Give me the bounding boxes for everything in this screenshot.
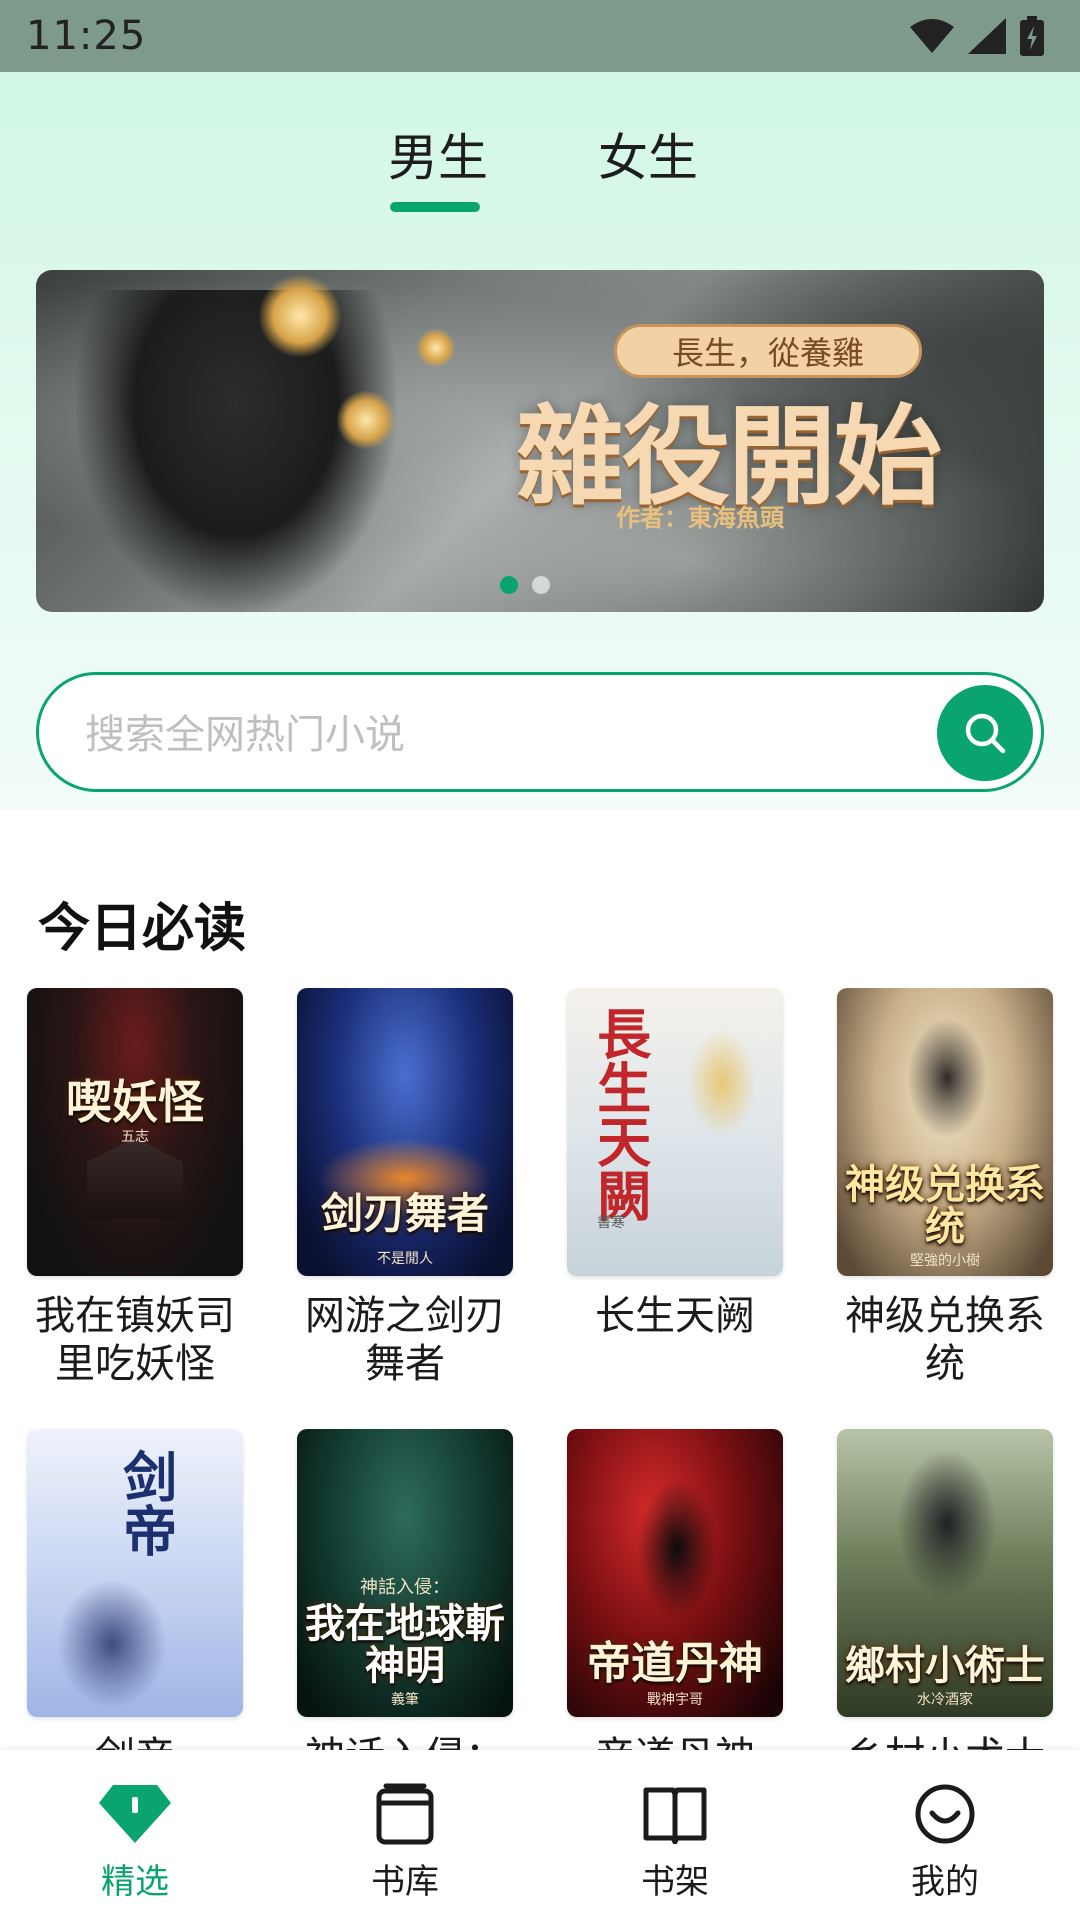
cover-subtitle: 神話入侵： xyxy=(360,1577,450,1598)
book-title: 网游之剑刃舞者 xyxy=(305,1293,505,1387)
section-title: 今日必读 xyxy=(38,899,247,959)
banner-author: 作者：東海魚頭 xyxy=(616,504,784,532)
nav-label: 我的 xyxy=(911,1862,979,1902)
nav-label: 精选 xyxy=(101,1862,169,1902)
nav-bookshelf[interactable]: 书架 xyxy=(595,1780,755,1903)
book-card[interactable]: 神話入侵： 我在地球斬神明 義筆 神话入侵： xyxy=(297,1429,513,1781)
cover-art xyxy=(57,1579,167,1709)
banner-dot-active[interactable] xyxy=(500,576,518,594)
cover-title: 帝道丹神 xyxy=(587,1637,763,1689)
cover-author: 戰神宇哥 xyxy=(647,1692,703,1708)
cover-art xyxy=(687,1028,757,1138)
book-card[interactable]: 神级兑换系统 堅強的小樹 神级兑换系统 xyxy=(837,988,1053,1388)
wifi-icon xyxy=(910,19,954,53)
search-button[interactable] xyxy=(937,685,1033,781)
nav-featured[interactable]: 精选 xyxy=(55,1780,215,1903)
book-title: 我在镇妖司里吃妖怪 xyxy=(35,1293,235,1387)
nav-label: 书库 xyxy=(371,1862,439,1902)
book-card[interactable]: 長生天闕 書寒 长生天阙 xyxy=(567,988,783,1340)
status-icons xyxy=(910,16,1044,56)
book-cover: 剑帝 xyxy=(27,1429,243,1717)
library-icon xyxy=(325,1780,485,1848)
diamond-icon xyxy=(55,1780,215,1848)
book-cover: 喫妖怪 五志 xyxy=(27,988,243,1276)
tab-male[interactable]: 男生 xyxy=(388,118,488,190)
banner-pagination xyxy=(500,576,550,594)
book-card[interactable]: 剑帝 剑帝 xyxy=(27,1429,243,1781)
hero-section: 男生 女生 長生，從養雞 雜役開始 作者：東海魚頭 xyxy=(0,72,1080,810)
book-cover: 剑刃舞者 不是閒人 xyxy=(297,988,513,1276)
cover-title: 鄉村小術士 xyxy=(845,1642,1045,1689)
book-card[interactable]: 帝道丹神 戰神宇哥 帝道丹神 xyxy=(567,1429,783,1781)
cover-title: 我在地球斬神明 xyxy=(305,1600,505,1689)
cover-author: 義筆 xyxy=(391,1692,419,1708)
status-time: 11:25 xyxy=(26,13,147,59)
banner-dot[interactable] xyxy=(532,576,550,594)
status-bar: 11:25 xyxy=(0,0,1080,72)
gender-tabs: 男生 女生 xyxy=(0,118,1080,218)
book-title: 神级兑换系统 xyxy=(845,1293,1045,1387)
search-icon xyxy=(965,713,1006,754)
book-card[interactable]: 喫妖怪 五志 我在镇妖司里吃妖怪 xyxy=(27,988,243,1388)
book-card[interactable]: 鄉村小術士 水冷酒家 乡村小术士 xyxy=(837,1429,1053,1781)
cover-title: 神级兑换系统 xyxy=(845,1161,1045,1250)
book-cover: 長生天闕 書寒 xyxy=(567,988,783,1276)
nav-label: 书架 xyxy=(641,1862,709,1902)
cover-title: 剑刃舞者 xyxy=(320,1188,489,1238)
bottom-navigation: 精选 书库 书架 我的 xyxy=(0,1750,1080,1920)
cover-title: 長生天闕 xyxy=(587,1006,652,1222)
banner-glow-orb xyxy=(416,328,456,368)
open-book-icon xyxy=(595,1780,755,1848)
book-cover: 神話入侵： 我在地球斬神明 義筆 xyxy=(297,1429,513,1717)
smiley-icon xyxy=(865,1780,1025,1848)
cover-author: 堅強的小樹 xyxy=(910,1253,980,1269)
tab-indicator xyxy=(390,202,480,212)
cover-art xyxy=(637,1479,717,1619)
book-title: 长生天阙 xyxy=(595,1293,755,1339)
banner-glow-orb xyxy=(258,274,342,358)
cover-art xyxy=(897,1449,997,1599)
search-input[interactable] xyxy=(85,705,905,765)
banner-glow-orb xyxy=(336,390,396,450)
cover-art xyxy=(87,1138,183,1218)
battery-icon xyxy=(1020,16,1044,56)
cover-author: 水冷酒家 xyxy=(917,1692,973,1708)
nav-library[interactable]: 书库 xyxy=(325,1780,485,1903)
book-cover: 神级兑换系统 堅強的小樹 xyxy=(837,988,1053,1276)
book-cover: 帝道丹神 戰神宇哥 xyxy=(567,1429,783,1717)
cover-author: 五志 xyxy=(121,1129,149,1145)
cover-title: 剑帝 xyxy=(113,1449,178,1557)
featured-banner[interactable]: 長生，從養雞 雜役開始 作者：東海魚頭 xyxy=(36,270,1044,612)
cover-author: 書寒 xyxy=(597,1215,625,1231)
book-cover: 鄉村小術士 水冷酒家 xyxy=(837,1429,1053,1717)
banner-character-art xyxy=(76,290,396,612)
signal-icon xyxy=(968,18,1006,54)
tab-female[interactable]: 女生 xyxy=(598,118,698,190)
cover-author: 不是閒人 xyxy=(377,1251,433,1267)
search-bar xyxy=(36,672,1044,792)
book-card[interactable]: 剑刃舞者 不是閒人 网游之剑刃舞者 xyxy=(297,988,513,1388)
cover-title: 喫妖怪 xyxy=(66,1074,204,1129)
cover-art xyxy=(907,1018,987,1138)
nav-profile[interactable]: 我的 xyxy=(865,1780,1025,1903)
